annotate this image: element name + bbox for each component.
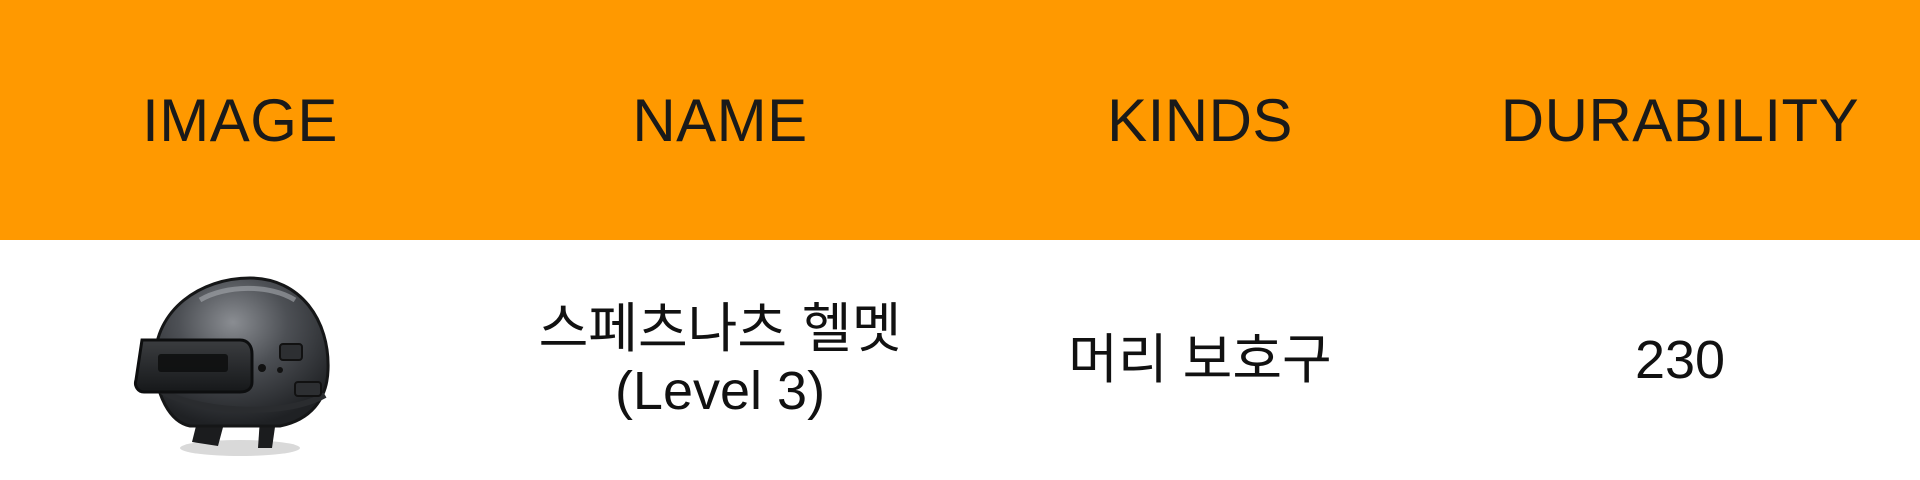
- item-name-line-1: 스페츠나츠 헬멧: [538, 299, 902, 359]
- column-header-kinds: KINDS: [1107, 86, 1293, 154]
- helmet-icon: [134, 276, 330, 456]
- column-header-image: IMAGE: [142, 86, 338, 154]
- item-table: IMAGE NAME KINDS DURABILITY 스페츠나츠 헬멧 (Le…: [0, 0, 1920, 480]
- item-kind-cell: 머리 보호구: [1068, 330, 1332, 390]
- table-row: 스페츠나츠 헬멧 (Level 3) 머리 보호구 230: [0, 240, 1920, 480]
- column-header-name: NAME: [632, 86, 808, 154]
- item-name-cell: 스페츠나츠 헬멧 (Level 3): [480, 298, 960, 422]
- item-name-line-2: (Level 3): [614, 361, 826, 421]
- item-durability-cell: 230: [1634, 330, 1726, 390]
- table-header: IMAGE NAME KINDS DURABILITY: [0, 0, 1920, 240]
- column-header-durability: DURABILITY: [1500, 86, 1860, 154]
- item-image-cell: [0, 260, 480, 460]
